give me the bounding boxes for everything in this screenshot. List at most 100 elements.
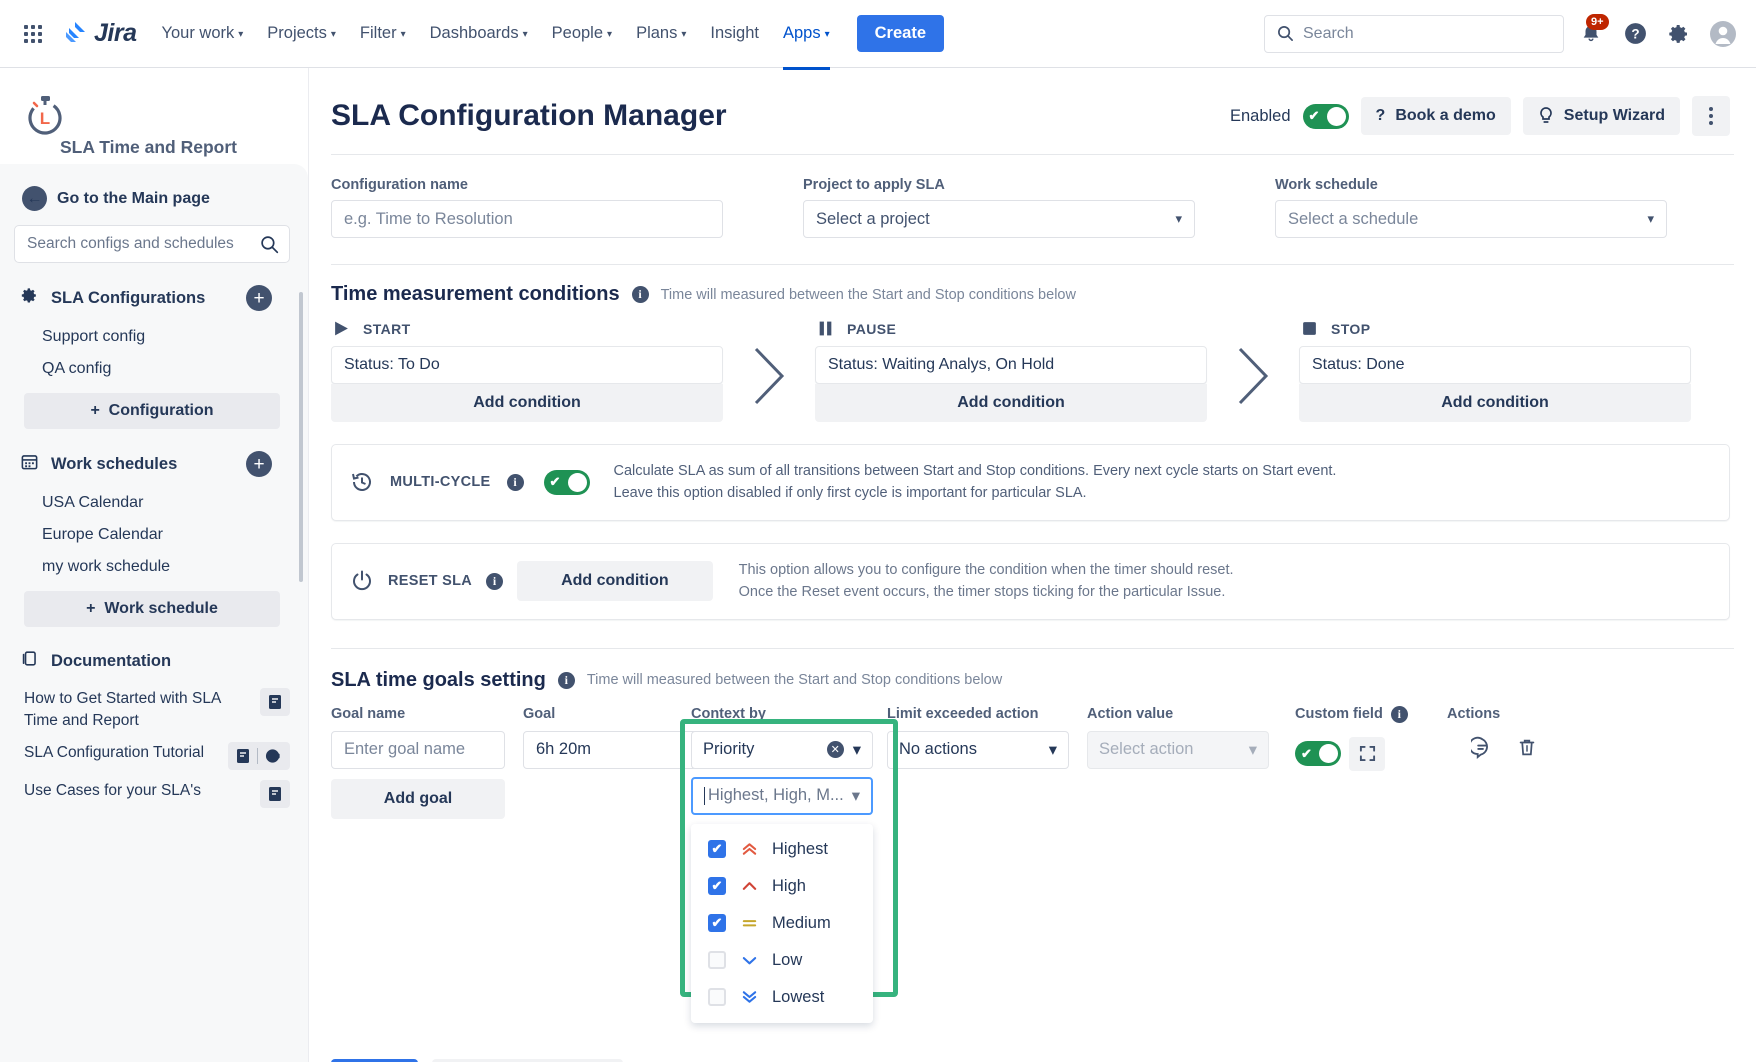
- more-options-button[interactable]: [1692, 96, 1730, 136]
- add-goal-button[interactable]: Add goal: [331, 779, 505, 819]
- condition-column-stop: STOP Status: Done Add condition: [1299, 320, 1691, 422]
- svg-text:L: L: [40, 109, 50, 128]
- work-schedule-placeholder: Select a schedule: [1288, 210, 1418, 229]
- start-condition-value[interactable]: Status: To Do: [331, 346, 723, 384]
- nav-item-dashboards[interactable]: Dashboards▾: [419, 16, 539, 51]
- priority-option-highest[interactable]: ✔ Highest: [691, 831, 873, 868]
- checkbox-checked[interactable]: ✔: [708, 877, 726, 895]
- avatar[interactable]: [1706, 17, 1740, 51]
- doc-item-configuration-tutorial[interactable]: SLA Configuration Tutorial: [14, 737, 290, 775]
- doc-chip[interactable]: [260, 780, 290, 808]
- checkbox-unchecked[interactable]: [708, 951, 726, 969]
- nav-item-plans[interactable]: Plans▾: [625, 16, 697, 51]
- expand-icon[interactable]: [1349, 737, 1385, 771]
- enabled-toggle[interactable]: ✔: [1303, 104, 1349, 129]
- top-navigation-bar: Jira Your work▾ Projects▾ Filter▾ Dashbo…: [0, 0, 1756, 68]
- check-icon: ✔: [550, 474, 561, 490]
- video-icon: [265, 748, 282, 764]
- custom-field-toggle[interactable]: ✔: [1295, 741, 1341, 766]
- priority-option-lowest[interactable]: Lowest: [691, 979, 873, 1016]
- pause-add-condition-button[interactable]: Add condition: [815, 384, 1207, 422]
- search-input[interactable]: Search: [1264, 15, 1564, 53]
- nav-item-insight[interactable]: Insight: [699, 16, 770, 51]
- work-schedule-select[interactable]: Select a schedule ▾: [1275, 200, 1667, 238]
- checkbox-unchecked[interactable]: [708, 988, 726, 1006]
- stop-icon: [1301, 320, 1318, 337]
- checkbox-checked[interactable]: ✔: [708, 840, 726, 858]
- priority-option-medium[interactable]: ✔ Medium: [691, 905, 873, 942]
- sidebar-scrollbar[interactable]: [299, 292, 303, 582]
- info-icon[interactable]: i: [1391, 706, 1408, 723]
- sidebar-product-logo[interactable]: L SLA Time and Report: [0, 68, 308, 164]
- enabled-label: Enabled: [1230, 107, 1291, 126]
- notifications-icon[interactable]: 9+: [1574, 17, 1608, 51]
- nav-item-projects[interactable]: Projects▾: [256, 16, 347, 51]
- goal-duration-input[interactable]: 6h 20m: [523, 731, 697, 769]
- add-work-schedule-button[interactable]: +: [246, 451, 272, 477]
- info-icon[interactable]: i: [486, 573, 503, 590]
- project-label: Project to apply SLA: [803, 177, 1195, 193]
- info-icon[interactable]: i: [558, 672, 575, 689]
- trash-icon[interactable]: [1516, 736, 1538, 764]
- help-icon[interactable]: ?: [1618, 17, 1652, 51]
- comment-icon[interactable]: [1471, 736, 1494, 764]
- stop-condition-value[interactable]: Status: Done: [1299, 346, 1691, 384]
- multi-cycle-toggle[interactable]: ✔: [544, 470, 590, 495]
- priority-option-high[interactable]: ✔ High: [691, 868, 873, 905]
- reset-sla-add-condition-button[interactable]: Add condition: [517, 561, 713, 601]
- context-by-cell: Priority ✕ ▾ Highest, High, M...: [691, 731, 887, 1023]
- search-icon: [1277, 25, 1294, 42]
- context-by-select[interactable]: Priority ✕ ▾: [691, 731, 873, 769]
- sidebar-item-my-work-schedule[interactable]: my work schedule: [14, 551, 290, 583]
- stop-add-condition-button[interactable]: Add condition: [1299, 384, 1691, 422]
- nav-label: Plans: [636, 24, 677, 43]
- configuration-name-input[interactable]: e.g. Time to Resolution: [331, 200, 723, 238]
- stop-header: STOP: [1299, 320, 1691, 337]
- action-value-select[interactable]: Select action ▾: [1087, 731, 1269, 769]
- add-configuration-button[interactable]: + Configuration: [24, 393, 280, 429]
- nav-label: Filter: [360, 24, 397, 43]
- doc-item-label: How to Get Started with SLA Time and Rep…: [24, 688, 252, 732]
- goal-value-cell: 6h 20m: [523, 731, 691, 769]
- info-icon[interactable]: i: [632, 286, 649, 303]
- doc-item-use-cases[interactable]: Use Cases for your SLA's: [14, 775, 290, 813]
- context-values-select[interactable]: Highest, High, M... ▾: [691, 777, 873, 815]
- clear-icon[interactable]: ✕: [827, 741, 844, 758]
- priority-option-label: High: [772, 877, 806, 896]
- add-work-schedule-bottom-button[interactable]: + Work schedule: [24, 591, 280, 627]
- condition-column-pause: PAUSE Status: Waiting Analys, On Hold Ad…: [815, 320, 1207, 422]
- nav-item-people[interactable]: People▾: [541, 16, 623, 51]
- add-sla-configuration-button[interactable]: +: [246, 285, 272, 311]
- chevron-down-icon: ▾: [852, 786, 860, 806]
- doc-chip[interactable]: [260, 688, 290, 716]
- sidebar-item-support-config[interactable]: Support config: [14, 321, 290, 353]
- pause-condition-value[interactable]: Status: Waiting Analys, On Hold: [815, 346, 1207, 384]
- checkbox-checked[interactable]: ✔: [708, 914, 726, 932]
- nav-item-your-work[interactable]: Your work▾: [150, 16, 254, 51]
- app-switcher-icon[interactable]: [16, 17, 50, 51]
- info-icon[interactable]: i: [507, 474, 524, 491]
- project-select[interactable]: Select a project ▾: [803, 200, 1195, 238]
- doc-item-get-started[interactable]: How to Get Started with SLA Time and Rep…: [14, 683, 290, 737]
- create-button[interactable]: Create: [857, 15, 944, 52]
- goals-header: SLA time goals setting i Time will measu…: [331, 669, 1730, 692]
- priority-option-low[interactable]: Low: [691, 942, 873, 979]
- sidebar-item-europe-calendar[interactable]: Europe Calendar: [14, 519, 290, 551]
- doc-chip[interactable]: [228, 742, 290, 770]
- goal-name-input[interactable]: Enter goal name: [331, 731, 505, 769]
- book-a-demo-button[interactable]: ? Book a demo: [1361, 97, 1511, 135]
- start-add-condition-button[interactable]: Add condition: [331, 384, 723, 422]
- page-header-actions: Enabled ✔ ? Book a demo Setup Wizard: [1230, 96, 1730, 136]
- sidebar-search-input[interactable]: Search configs and schedules: [14, 225, 290, 263]
- nav-item-filter[interactable]: Filter▾: [349, 16, 417, 51]
- nav-item-apps[interactable]: Apps▾: [772, 16, 841, 51]
- gear-icon[interactable]: [1662, 17, 1696, 51]
- go-to-main-page-link[interactable]: ← Go to the Main page: [22, 186, 290, 211]
- setup-wizard-button[interactable]: Setup Wizard: [1523, 97, 1680, 135]
- sidebar-item-usa-calendar[interactable]: USA Calendar: [14, 487, 290, 519]
- jira-logo[interactable]: Jira: [62, 19, 136, 48]
- column-header-limit-exceeded-action: Limit exceeded action: [887, 706, 1087, 723]
- sidebar-section-work-schedules: Work schedules +: [14, 447, 290, 481]
- limit-exceeded-action-select[interactable]: No actions ▾: [887, 731, 1069, 769]
- sidebar-item-qa-config[interactable]: QA config: [14, 353, 290, 385]
